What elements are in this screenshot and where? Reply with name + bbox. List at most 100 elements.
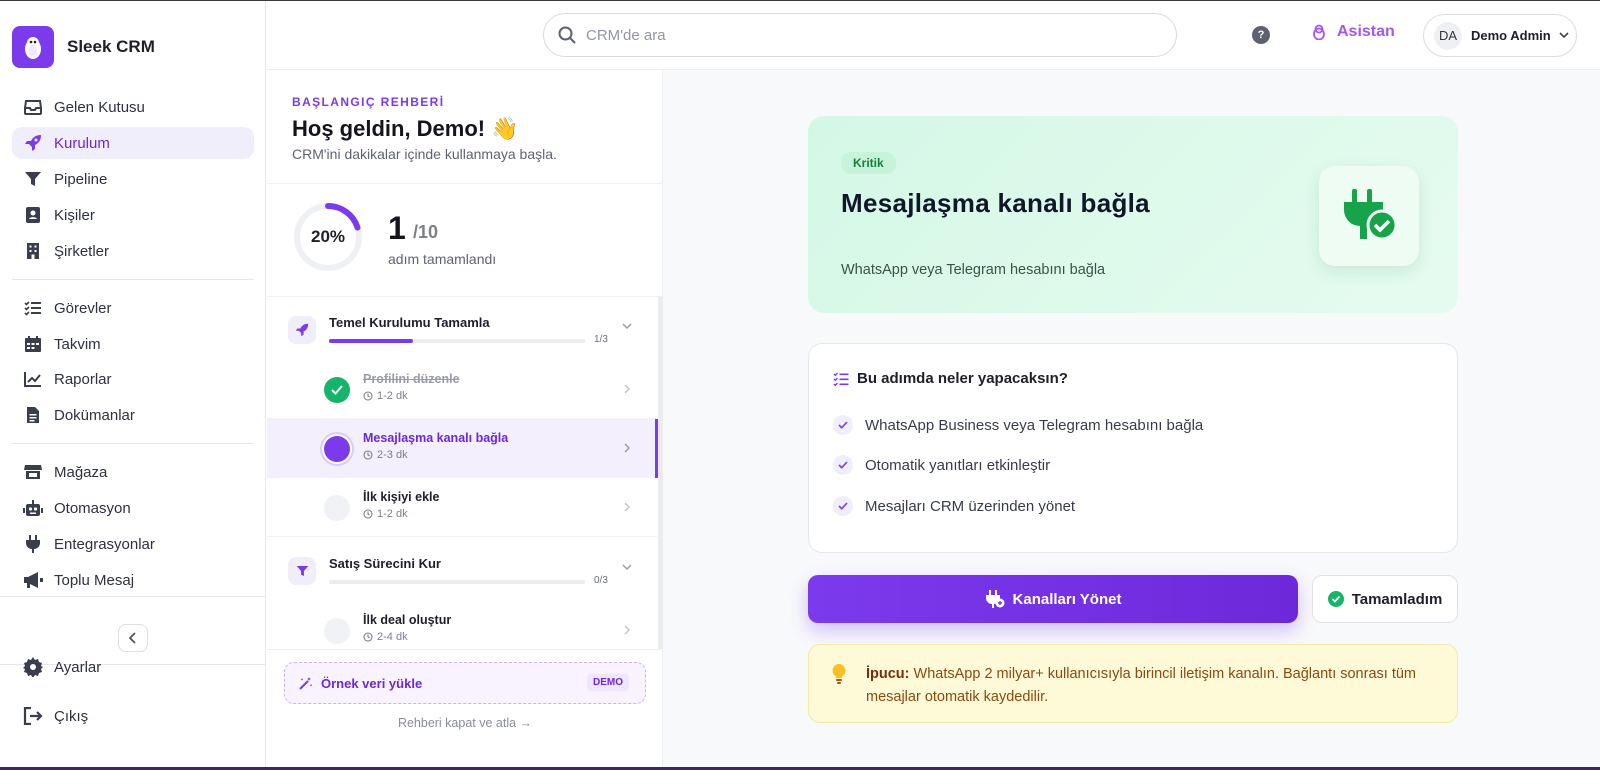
logout-icon [22,705,44,727]
sidebar-item-logout[interactable]: Çıkış [12,700,254,732]
sample-data-label: Örnek veri yükle [321,675,423,691]
user-name: Demo Admin [1471,28,1551,43]
document-icon [22,404,44,426]
mark-done-button[interactable]: Tamamladım [1312,575,1458,623]
sidebar: Sleek CRM Gelen Kutusu Kurulum Pipeline … [0,1,266,767]
sidebar-divider [0,596,266,597]
sidebar-item-contacts[interactable]: Kişiler [12,199,254,231]
close-guide-link[interactable]: Rehberi kapat ve atla → [267,716,663,730]
sidebar-item-reports[interactable]: Raporlar [12,363,254,395]
help-icon[interactable]: ? [1252,26,1270,44]
progress-percent: 20% [310,227,346,246]
building-icon [22,240,44,262]
check-icon [324,377,350,403]
tasks-icon [22,297,44,319]
step-item-create-deal[interactable]: İlk deal oluştur 2-4 dk [267,601,657,649]
step-detail: Kritik Mesajlaşma kanalı bağla WhatsApp … [663,70,1600,767]
sidebar-item-setup[interactable]: Kurulum [12,127,254,159]
guide-subtitle: CRM'ini dakikalar içinde kullanmaya başl… [292,146,557,162]
tip-box: İpucu: WhatsApp 2 milyar+ kullanıcısıyla… [808,644,1458,723]
filter-icon [22,168,44,190]
total-count: /10 [413,222,439,242]
sidebar-item-label: Otomasyon [54,499,131,517]
sidebar-item-label: Kişiler [54,206,95,224]
sidebar-item-documents[interactable]: Dokümanlar [12,399,254,431]
step-title: Mesajlaşma kanalı bağla [841,188,1150,218]
scrollbar[interactable] [658,297,662,649]
sidebar-collapse-button[interactable] [118,624,148,652]
assistant-label: Asistan [1337,23,1395,40]
tip-label: İpucu: [866,666,910,682]
chevron-down-icon [1559,32,1569,39]
check-icon [833,415,853,435]
sidebar-item-label: Çıkış [54,707,89,725]
sidebar-item-label: Dokümanlar [54,406,135,424]
search-bar[interactable] [543,13,1177,57]
manage-channels-button[interactable]: Kanalları Yönet [808,575,1298,623]
lightbulb-icon [832,664,846,684]
check-icon [833,496,853,516]
step-item-edit-profile[interactable]: Profilini düzenle 1-2 dk [267,360,657,419]
sidebar-item-label: Ayarlar [54,658,102,676]
sidebar-item-calendar[interactable]: Takvim [12,328,254,360]
step-time: 2-3 dk [363,449,408,461]
assistant-button[interactable]: Asistan [1311,23,1395,41]
sidebar-item-automation[interactable]: Otomasyon [12,492,254,524]
clock-icon [363,391,373,401]
list-check-icon [833,372,849,386]
sidebar-item-pipeline[interactable]: Pipeline [12,163,254,195]
step-list: Temel Kurulumu Tamamla 1/3 Profilini düz… [267,297,663,649]
robot-icon [22,497,44,519]
pending-step-indicator [324,618,350,644]
chevron-right-icon [624,384,631,394]
sidebar-item-integrations[interactable]: Entegrasyonlar [12,528,254,560]
sidebar-item-store[interactable]: Mağaza [12,456,254,488]
rocket-icon [288,316,316,344]
user-menu[interactable]: DA Demo Admin [1423,14,1577,57]
chevron-left-icon [129,632,136,644]
chart-icon [22,368,44,390]
load-sample-data-button[interactable]: Örnek veri yükle DEMO [284,662,646,704]
rocket-icon [22,132,44,154]
group-progress-bar [329,580,585,584]
sidebar-item-bulk-message[interactable]: Toplu Mesaj [12,564,254,596]
top-header: ? Asistan DA Demo Admin [267,1,1600,70]
chevron-down-icon [622,564,632,571]
chevron-right-icon [624,625,631,635]
todo-item: Otomatik yanıtları etkinleştir [833,455,1050,475]
magic-wand-icon [299,677,313,690]
sidebar-item-tasks[interactable]: Görevler [12,292,254,324]
group-title: Satış Sürecini Kur [329,556,441,571]
group-progress-bar [329,339,585,343]
priority-badge: Kritik [841,152,896,174]
step-title: İlk deal oluştur [363,613,452,627]
todo-item: Mesajları CRM üzerinden yönet [833,496,1075,516]
brand[interactable]: Sleek CRM [12,26,155,68]
demo-badge: DEMO [587,674,629,691]
plug-icon [985,590,1005,608]
sidebar-item-settings[interactable]: Ayarlar [12,651,254,683]
todo-header: Bu adımda neler yapacaksın? [833,370,1068,387]
clock-icon [363,632,373,642]
step-group-basic-setup[interactable]: Temel Kurulumu Tamamla 1/3 [267,297,657,357]
sidebar-item-label: Entegrasyonlar [54,535,155,553]
mark-done-label: Tamamladım [1351,590,1443,608]
sidebar-item-companies[interactable]: Şirketler [12,235,254,267]
sidebar-item-label: Raporlar [54,370,112,388]
filter-icon [288,557,316,585]
plug-icon [22,533,44,555]
group-title: Temel Kurulumu Tamamla [329,315,490,330]
sidebar-item-inbox[interactable]: Gelen Kutusu [12,91,254,123]
sidebar-divider [12,443,254,444]
search-input[interactable] [586,26,1146,44]
sidebar-item-label: Toplu Mesaj [54,571,135,589]
setup-guide-panel: BAŞLANGIÇ REHBERİ Hoş geldin, Demo! 👋 CR… [267,70,663,767]
todo-title: Bu adımda neler yapacaksın? [857,370,1068,387]
step-item-connect-channel[interactable]: Mesajlaşma kanalı bağla 2-3 dk [267,419,658,478]
clock-icon [363,450,373,460]
sidebar-item-label: Gelen Kutusu [54,98,145,116]
inbox-icon [22,96,44,118]
step-item-add-contact[interactable]: İlk kişiyi ekle 1-2 dk [267,478,657,537]
step-group-sales-process[interactable]: Satış Sürecini Kur 0/3 [267,538,657,598]
step-time: 1-2 dk [363,508,408,520]
